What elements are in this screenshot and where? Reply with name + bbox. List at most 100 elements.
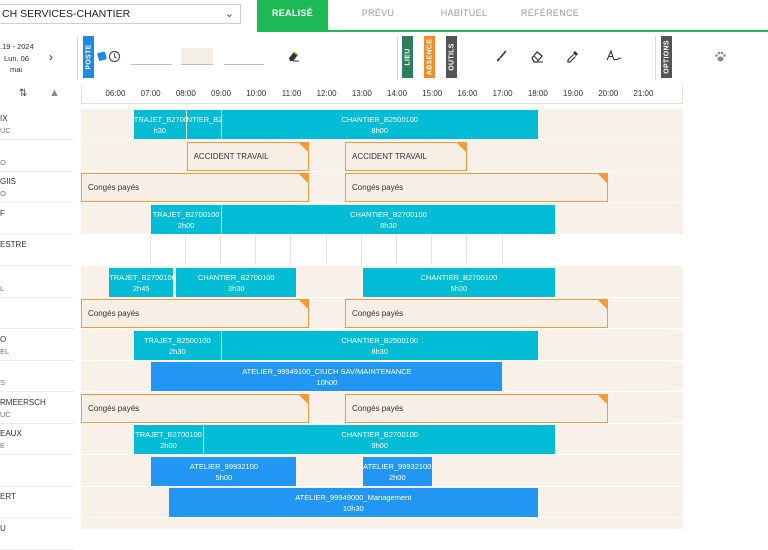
absence-block[interactable]: Congés payés	[81, 299, 309, 328]
block-label: Congés payés	[88, 183, 140, 192]
activity-block[interactable]: CHANTIER_B2700100 3h30	[176, 267, 297, 297]
activity-block[interactable]: CHANTIER_B2500100 8h30	[221, 330, 538, 360]
activity-block[interactable]: TRAJET_B2700100 2h00	[133, 425, 204, 454]
employee-row[interactable]: RMEERSCH UC	[0, 393, 74, 424]
service-select[interactable]: CH SERVICES-CHANTIER ⌄	[0, 4, 241, 24]
activity-block[interactable]: ATELIER_99932100 5h00	[151, 456, 297, 486]
absence-block[interactable]: Congés payés	[81, 173, 309, 202]
tab-reference[interactable]: RÉFÉRENCE	[510, 0, 590, 30]
planning-row[interactable]: Congés payés Congés payés	[81, 393, 683, 424]
block-duration: 9h00	[371, 441, 389, 450]
absence-block[interactable]: Congés payés	[81, 393, 309, 423]
block-duration: 10h30	[342, 504, 364, 513]
employee-name: IX	[0, 114, 8, 123]
planning-row[interactable]: TRAJET_B2700100 2h00 CHANTIER_B2700100 9h00	[81, 424, 683, 455]
planning-row[interactable]: TRAJET_B2700100 2h00 CHANTIER_B2700100 8h30	[81, 204, 683, 235]
outils-tab[interactable]: OUTILS	[446, 36, 457, 78]
hour-cell[interactable]	[466, 235, 501, 265]
planning-row[interactable]	[81, 235, 683, 266]
planning-row[interactable]	[81, 519, 683, 530]
employee-row[interactable]: EAUX E	[0, 424, 74, 455]
employee-row[interactable]: O EL	[0, 330, 74, 361]
hour-cell[interactable]	[396, 235, 431, 265]
chevron-right-icon[interactable]: ›	[49, 50, 53, 64]
activity-block[interactable]: ATELIER_99949100_CIUCH SAV/MAINTENANCE 10…	[151, 362, 503, 391]
absence-block[interactable]: Congés payés	[345, 299, 608, 328]
activity-block[interactable]: CHANTIER_B2700100 9h00	[204, 425, 556, 454]
brush-icon[interactable]	[495, 50, 508, 66]
block-duration: 8h30	[380, 220, 397, 230]
block-label: TRAJET_B2700100	[109, 272, 174, 282]
tab-realise[interactable]: REALISÉ	[257, 0, 328, 30]
planning-row[interactable]: Congés payés Congés payés	[81, 172, 683, 203]
toolbar-divider	[655, 36, 656, 80]
employee-row[interactable]: F	[0, 204, 74, 235]
planning-row[interactable]: TRAJET_B2700100h30NTIER_B2CHANTIER_B2500…	[81, 109, 683, 140]
activity-block[interactable]: CHANTIER_B2700100 8h30	[221, 204, 556, 234]
hour-cell[interactable]	[220, 235, 255, 265]
activity-block[interactable]: CHANTIER_B2700100 5h30	[362, 267, 556, 297]
signature-icon[interactable]	[606, 49, 622, 66]
employee-row[interactable]: ESTRE	[0, 235, 74, 266]
block-label: TRAJET_B2700100	[152, 209, 220, 219]
hour-cell[interactable]	[360, 235, 396, 265]
planning-row[interactable]: ATELIER_99949000_Management 10h30	[81, 487, 683, 518]
employee-row[interactable]: O	[0, 141, 74, 172]
sort-icon[interactable]: ⇅	[19, 88, 27, 99]
planning-row[interactable]: TRAJET_B2700100 2h45 CHANTIER_B2700100 3h30…	[81, 267, 683, 298]
eyedropper-icon[interactable]	[566, 50, 579, 66]
hour-label: 20:00	[598, 89, 619, 98]
activity-block[interactable]: TRAJET_B2500100 2h30	[133, 330, 221, 360]
employee-name: U	[0, 523, 6, 533]
start-time-field[interactable]	[131, 64, 172, 65]
absence-block[interactable]: ACCIDENT TRAVAIL	[186, 141, 309, 171]
hour-cell[interactable]	[501, 235, 537, 265]
activity-block[interactable]: ATELIER_99949000_Management 10h30	[169, 488, 538, 517]
activity-block[interactable]: TRAJET_B2700100 2h00	[151, 204, 221, 234]
tab-habituel[interactable]: HABITUEL	[426, 0, 502, 30]
activity-block[interactable]: CHANTIER_B2500100 8h00	[221, 110, 538, 139]
tab-prevu[interactable]: PRÉVU	[340, 0, 416, 30]
absence-block[interactable]: Congés payés	[345, 173, 608, 202]
activity-block[interactable]: TRAJET_B2700100 2h45	[109, 267, 174, 297]
duration-field[interactable]	[181, 48, 213, 65]
outils-label: OUTILS	[448, 43, 455, 71]
hour-cell[interactable]	[184, 235, 220, 265]
hour-cell[interactable]	[325, 235, 361, 265]
eraser-icon[interactable]	[531, 50, 544, 66]
hour-cell[interactable]	[431, 235, 466, 265]
block-duration: 3h30	[227, 283, 245, 293]
eraser-chip-icon[interactable]	[287, 50, 300, 65]
absence-tab[interactable]: ABSENCE	[424, 36, 435, 78]
employee-row[interactable]: GIIS O	[0, 172, 74, 203]
paw-icon[interactable]	[714, 50, 727, 66]
absence-block[interactable]: ACCIDENT TRAVAIL	[345, 141, 468, 171]
clock-icon[interactable]	[108, 50, 121, 66]
hour-cell[interactable]	[149, 235, 185, 265]
employee-row[interactable]: ERT	[0, 487, 74, 518]
activity-block[interactable]: TRAJET_B2700100 h30	[133, 110, 186, 139]
activity-block[interactable]: ATELIER_99932100 2h00	[362, 456, 432, 486]
options-tab[interactable]: OPTIONS	[661, 36, 672, 78]
hour-cell[interactable]	[290, 235, 325, 265]
hour-label: 21:00	[633, 89, 654, 98]
absence-block[interactable]: Congés payés	[345, 393, 608, 423]
employee-row[interactable]	[0, 456, 74, 487]
poste-tab[interactable]: POSTE	[83, 36, 94, 78]
planning-row[interactable]: ACCIDENT TRAVAIL ACCIDENT TRAVAIL	[81, 141, 683, 172]
end-time-field[interactable]	[224, 64, 264, 65]
activity-block[interactable]: NTIER_B2	[186, 110, 221, 139]
lieu-tab[interactable]: LIEU	[402, 36, 413, 78]
employee-row[interactable]: IX UC	[0, 109, 74, 140]
planning-row[interactable]: ATELIER_99949100_CIUCH SAV/MAINTENANCE 10…	[81, 361, 683, 392]
employee-row[interactable]: L	[0, 267, 74, 298]
planning-row[interactable]: Congés payés Congés payés	[81, 298, 683, 329]
planning-row[interactable]: TRAJET_B2500100 2h30 CHANTIER_B2500100 8h30	[81, 330, 683, 361]
employee-row[interactable]	[0, 298, 74, 329]
planning-row[interactable]: ATELIER_99932100 5h00 ATELIER_99932100 2h00	[81, 456, 683, 487]
employee-row[interactable]: S	[0, 361, 74, 392]
warning-icon[interactable]: ▲	[49, 87, 60, 99]
employee-row[interactable]: U	[0, 519, 74, 550]
block-duration: 5h30	[450, 283, 468, 293]
hour-cell[interactable]	[255, 235, 290, 265]
